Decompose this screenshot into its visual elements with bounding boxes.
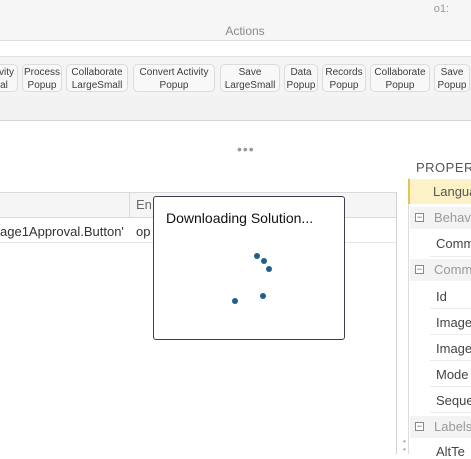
- ribbon-button-label: al: [0, 80, 8, 91]
- grid-cell[interactable]: age1Approval.Button': [0, 224, 124, 239]
- section-label: Behav: [434, 210, 471, 225]
- ribbon-button-label: Save: [440, 67, 464, 78]
- ribbon-button-records-popup[interactable]: Records Popup: [322, 64, 366, 92]
- ribbon-button-data-popup[interactable]: Data Popup: [284, 64, 318, 92]
- ribbon-button-save-popup[interactable]: Save Popup: [434, 64, 470, 92]
- property-item[interactable]: Id: [436, 289, 447, 304]
- ribbon-button-label: Collaborate: [374, 67, 426, 78]
- ribbon-button-label: Popup: [27, 80, 57, 91]
- column-header[interactable]: En: [136, 197, 152, 212]
- dialog-title: Downloading Solution...: [166, 210, 314, 226]
- ribbon-bottom-bar: [0, 96, 471, 121]
- ribbon-button-label: Popup: [385, 80, 415, 91]
- section-label: Labels: [434, 419, 471, 434]
- section-label: Comm: [434, 262, 471, 277]
- property-divider: [430, 360, 471, 361]
- panel-divider: [396, 192, 397, 454]
- spinner-dot: [260, 293, 266, 299]
- spinner-dot: [254, 253, 260, 259]
- ribbon-toolbar: tivity al Process Popup Collaborate Larg…: [0, 56, 471, 98]
- property-divider: [430, 412, 471, 413]
- ribbon-button-label: Records: [325, 67, 363, 78]
- language-label: Langua: [433, 184, 471, 199]
- spinner-dot: [266, 266, 272, 272]
- property-divider: [430, 256, 471, 257]
- ribbon-button-label: Popup: [286, 80, 316, 91]
- ribbon-button-convert-activity-popup[interactable]: Convert Activity Popup: [133, 64, 215, 92]
- grid-cell[interactable]: op: [136, 224, 150, 239]
- ribbon-button-label: Popup: [159, 80, 189, 91]
- collapse-icon[interactable]: −: [415, 422, 424, 431]
- ribbon-button-label: LargeSmall: [71, 80, 123, 91]
- ribbon-button-label: LargeSmall: [224, 80, 276, 91]
- ribbon-button-label: Popup: [437, 80, 467, 91]
- spinner-dot: [261, 258, 267, 264]
- properties-title: PROPERT: [416, 160, 471, 175]
- ribbon-button-label: Convert Activity: [139, 67, 209, 78]
- property-item[interactable]: Image: [436, 341, 471, 356]
- property-item[interactable]: Seque: [436, 393, 471, 408]
- property-divider: [430, 334, 471, 335]
- column-separator[interactable]: [129, 193, 130, 217]
- more-options-icon[interactable]: •••: [237, 141, 255, 157]
- ribbon-group-label: Actions: [225, 24, 265, 38]
- ribbon-button-label: Save: [238, 67, 262, 78]
- property-divider: [430, 308, 471, 309]
- property-divider: [430, 386, 471, 387]
- ribbon-button-collaborate-largesmall[interactable]: Collaborate LargeSmall: [66, 64, 128, 92]
- ribbon-button-label: Popup: [329, 80, 359, 91]
- ribbon-button-label: tivity: [0, 67, 14, 78]
- property-item[interactable]: Mode: [436, 367, 469, 382]
- ribbon-button-label: Collaborate: [71, 67, 123, 78]
- downloading-dialog: Downloading Solution...: [153, 196, 345, 340]
- spinner-dot: [232, 298, 238, 304]
- property-item[interactable]: Comm: [436, 236, 471, 251]
- collapse-icon[interactable]: −: [415, 265, 424, 274]
- ribbon-button-save-largesmall[interactable]: Save LargeSmall: [220, 64, 280, 92]
- ribbon-button-collaborate-popup[interactable]: Collaborate Popup: [370, 64, 430, 92]
- ribbon-button-process-popup[interactable]: Process Popup: [22, 64, 62, 92]
- ribbon-button-label: Process: [23, 67, 61, 78]
- collapse-icon[interactable]: −: [415, 213, 424, 222]
- property-item[interactable]: Image: [436, 315, 471, 330]
- ribbon-button-activity[interactable]: tivity al: [0, 64, 18, 92]
- ribbon-corner-label: o1:: [433, 3, 449, 15]
- ribbon-button-label: Data: [290, 67, 312, 78]
